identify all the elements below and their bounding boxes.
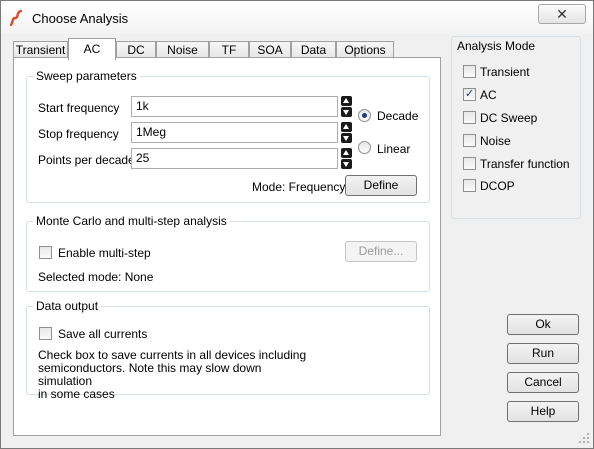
choose-analysis-dialog: Choose Analysis ✕ Transient AC DC Noise … [0, 0, 594, 449]
points-per-decade-input[interactable]: 25 [131, 148, 338, 169]
mode-dcop-label: DCOP [480, 179, 515, 193]
sweep-parameters-title: Sweep parameters [33, 69, 140, 83]
stop-frequency-input[interactable]: 1Meg [131, 122, 338, 143]
monte-carlo-title: Monte Carlo and multi-step analysis [33, 214, 230, 228]
mode-dc-sweep-label: DC Sweep [480, 111, 538, 125]
ok-button[interactable]: Ok [507, 314, 579, 335]
enable-multistep-checkbox[interactable] [39, 246, 52, 259]
window-title: Choose Analysis [32, 11, 129, 26]
monte-carlo-group: Monte Carlo and multi-step analysis Enab… [26, 214, 430, 292]
decade-radio[interactable] [358, 109, 371, 122]
mode-noise-label: Noise [480, 134, 511, 148]
linear-radio[interactable] [358, 141, 371, 154]
title-bar[interactable]: Choose Analysis ✕ [1, 1, 593, 34]
mode-ac-checkbox[interactable]: ✓ [463, 88, 476, 101]
mode-transfer-function-checkbox[interactable] [463, 157, 476, 170]
cancel-button[interactable]: Cancel [507, 372, 579, 393]
start-frequency-input[interactable]: 1k [131, 96, 338, 117]
run-button[interactable]: Run [507, 343, 579, 364]
stop-frequency-spinner[interactable] [341, 122, 352, 143]
decade-label: Decade [377, 109, 419, 123]
tab-label: TF [221, 43, 237, 57]
mode-transient-checkbox[interactable] [463, 65, 476, 78]
tab-label: Data [300, 43, 327, 57]
spin-up-icon[interactable] [341, 96, 352, 106]
selected-mode-text: Selected mode: None [38, 270, 154, 284]
sweep-parameters-group: Sweep parameters Start frequency 1k Stop… [26, 69, 430, 203]
linear-label: Linear [377, 142, 411, 156]
tab-label: AC [83, 42, 101, 56]
stop-frequency-label: Stop frequency [38, 127, 119, 141]
data-output-group: Data output Save all currents Check box … [26, 299, 430, 401]
monte-define-button[interactable]: Define... [345, 241, 417, 262]
points-per-decade-spinner[interactable] [341, 148, 352, 169]
spin-down-icon[interactable] [341, 107, 352, 117]
mode-dc-sweep-checkbox[interactable] [463, 111, 476, 124]
mode-noise-checkbox[interactable] [463, 134, 476, 147]
mode-dcop-checkbox[interactable] [463, 179, 476, 192]
help-button[interactable]: Help [507, 401, 579, 422]
data-output-title: Data output [33, 299, 102, 313]
app-logo-icon [10, 10, 23, 26]
note-line: in some cases [38, 387, 115, 401]
tab-label: DC [127, 43, 145, 57]
save-all-currents-label: Save all currents [58, 327, 148, 341]
spin-down-icon[interactable] [341, 133, 352, 143]
define-button[interactable]: Define [345, 175, 417, 196]
tab-label: Transient [15, 43, 66, 57]
points-per-decade-label: Points per decade [38, 153, 135, 167]
check-icon: ✓ [464, 88, 475, 100]
tab-label: Options [344, 43, 386, 57]
mode-ac-label: AC [480, 88, 497, 102]
save-all-currents-checkbox[interactable] [39, 327, 52, 340]
ac-tab-panel: Sweep parameters Start frequency 1k Stop… [13, 57, 441, 436]
spin-up-icon[interactable] [341, 122, 352, 132]
close-icon: ✕ [556, 6, 568, 22]
analysis-mode-title: Analysis Mode [457, 39, 536, 53]
tab-label: SOA [257, 43, 283, 57]
spin-down-icon[interactable] [341, 159, 352, 169]
tab-ac[interactable]: AC [68, 38, 116, 60]
enable-multistep-label: Enable multi-step [58, 246, 151, 260]
tab-label: Noise [167, 43, 198, 57]
spin-up-icon[interactable] [341, 148, 352, 158]
data-output-note: Check box to save currents in all device… [38, 349, 318, 401]
start-frequency-spinner[interactable] [341, 96, 352, 117]
note-line: semiconductors. Note this may slow down … [38, 361, 262, 388]
start-frequency-label: Start frequency [38, 101, 120, 115]
close-button[interactable]: ✕ [538, 4, 586, 24]
mode-transfer-function-label: Transfer function [480, 157, 570, 171]
mode-text: Mode: Frequency [252, 180, 346, 194]
mode-transient-label: Transient [480, 65, 530, 79]
resize-grip-icon[interactable] [578, 432, 590, 444]
